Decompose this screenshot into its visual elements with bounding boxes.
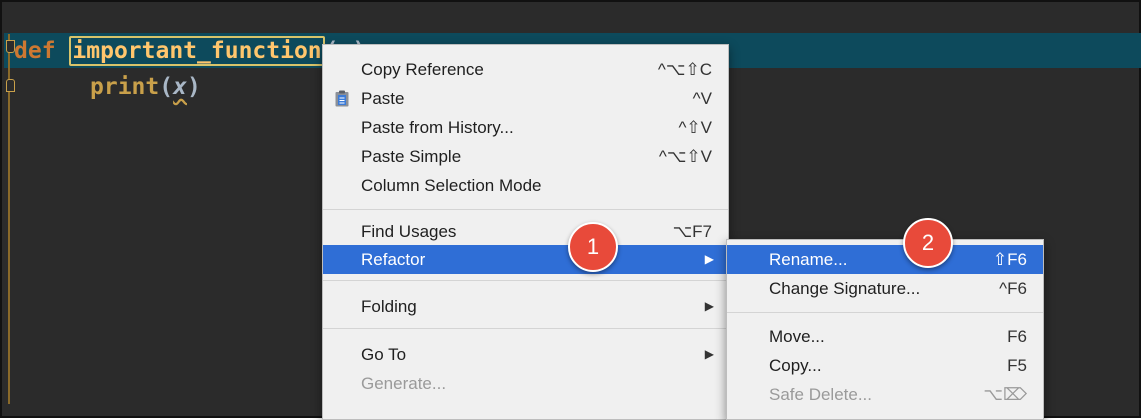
menu-item-copy-reference[interactable]: Copy Reference ^⌥⇧C <box>323 55 728 84</box>
menu-item-shortcut: ^⌥⇧V <box>658 147 712 166</box>
menu-item-find-usages[interactable]: Find Usages ⌥F7 <box>323 217 728 246</box>
menu-item-label: Paste <box>361 89 405 108</box>
close-paren: ) <box>186 74 201 100</box>
menu-item-generate: Generate... <box>323 369 728 398</box>
menu-separator <box>323 209 728 210</box>
submenu-item-copy[interactable]: Copy... F5 <box>727 351 1043 380</box>
menu-item-shortcut: F6 <box>1007 327 1027 346</box>
submenu-item-change-signature[interactable]: Change Signature... ^F6 <box>727 274 1043 303</box>
menu-item-label: Paste from History... <box>361 118 514 137</box>
menu-item-label: Safe Delete... <box>769 385 873 404</box>
menu-item-label: Rename... <box>769 250 848 269</box>
menu-item-label: Change Signature... <box>769 279 921 298</box>
menu-item-paste-simple[interactable]: Paste Simple ^⌥⇧V <box>323 142 728 171</box>
context-menu: Copy Reference ^⌥⇧C Paste ^V Paste from … <box>322 44 729 420</box>
submenu-item-move[interactable]: Move... F6 <box>727 322 1043 351</box>
menu-separator <box>727 312 1043 313</box>
menu-item-paste[interactable]: Paste ^V <box>323 84 728 113</box>
menu-item-label: Paste Simple <box>361 147 462 166</box>
menu-item-shortcut: F5 <box>1007 356 1027 375</box>
menu-item-shortcut: ^⌥⇧C <box>657 60 712 79</box>
def-keyword: def <box>14 38 56 64</box>
menu-item-label: Folding <box>361 297 417 316</box>
menu-item-shortcut: ⌥⌦ <box>983 385 1027 404</box>
menu-item-shortcut: ^V <box>692 89 712 108</box>
submenu-item-rename[interactable]: Rename... ⇧F6 <box>727 245 1043 274</box>
menu-item-label: Move... <box>769 327 825 346</box>
menu-item-label: Generate... <box>361 374 447 393</box>
code-line-2[interactable]: print(x) <box>90 72 201 102</box>
fold-end-icon[interactable] <box>6 79 15 92</box>
menu-item-label: Copy Reference <box>361 60 484 79</box>
menu-item-column-selection-mode[interactable]: Column Selection Mode <box>323 171 728 200</box>
menu-separator <box>323 328 728 329</box>
menu-separator <box>323 280 728 281</box>
menu-item-shortcut: ⌥F7 <box>672 222 712 241</box>
menu-item-refactor[interactable]: Refactor ▶ <box>323 245 728 274</box>
menu-item-label: Column Selection Mode <box>361 176 542 195</box>
submenu-arrow-icon: ▶ <box>704 252 714 266</box>
submenu-arrow-icon: ▶ <box>704 299 714 313</box>
refactor-submenu: Rename... ⇧F6 Change Signature... ^F6 Mo… <box>726 239 1044 420</box>
menu-item-shortcut: ^F6 <box>999 279 1027 298</box>
menu-item-label: Find Usages <box>361 222 457 241</box>
clipboard-icon <box>335 90 349 107</box>
step-badge-1: 1 <box>568 222 618 272</box>
menu-item-shortcut: ⇧F6 <box>992 250 1027 269</box>
function-name[interactable]: important_function <box>69 36 325 66</box>
submenu-arrow-icon: ▶ <box>704 347 714 361</box>
menu-item-go-to[interactable]: Go To ▶ <box>323 340 728 369</box>
menu-item-shortcut: ^⇧V <box>678 118 712 137</box>
menu-item-label: Refactor <box>361 250 426 269</box>
menu-item-paste-from-history[interactable]: Paste from History... ^⇧V <box>323 113 728 142</box>
open-paren: ( <box>159 74 174 100</box>
print-builtin: print <box>90 74 160 100</box>
param-x: x <box>173 74 187 100</box>
menu-item-folding[interactable]: Folding ▶ <box>323 292 728 321</box>
step-badge-2: 2 <box>903 218 953 268</box>
menu-item-label: Go To <box>361 345 407 364</box>
menu-item-label: Copy... <box>769 356 822 375</box>
submenu-item-safe-delete: Safe Delete... ⌥⌦ <box>727 380 1043 409</box>
